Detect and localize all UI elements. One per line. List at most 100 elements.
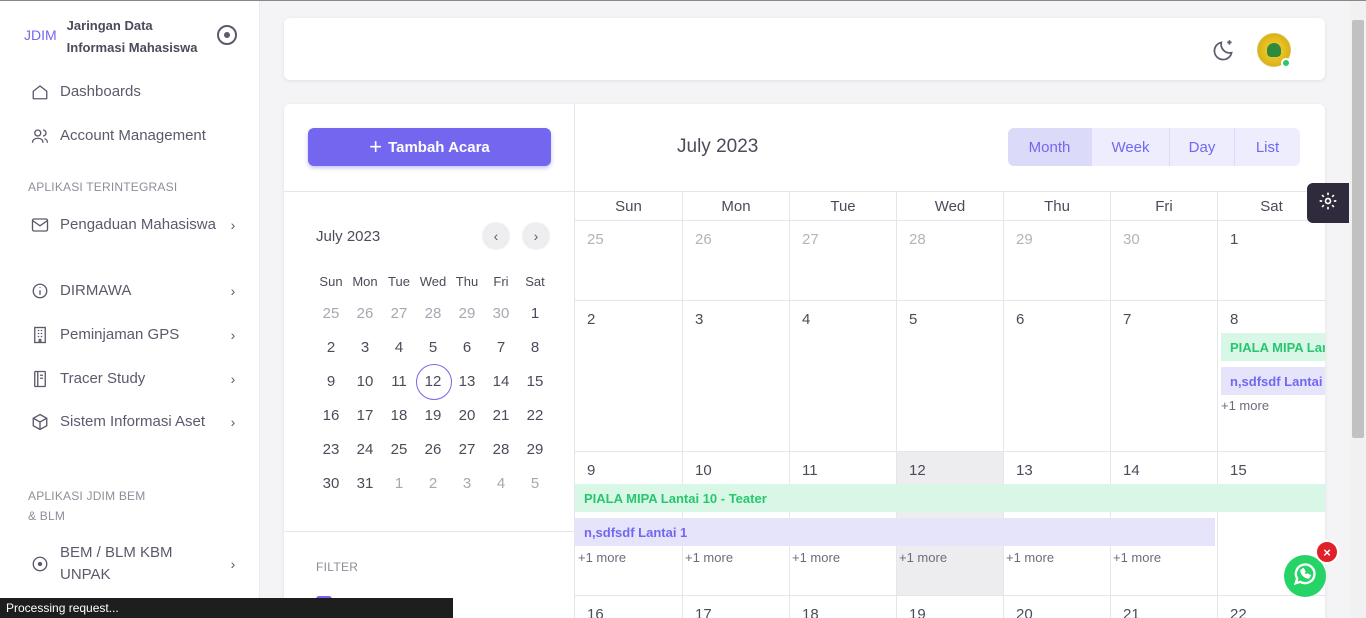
more-events-link[interactable]: +1 more xyxy=(685,550,733,565)
sidebar-item-tracer-study[interactable]: Tracer Study › xyxy=(30,368,240,390)
mini-day[interactable]: 4 xyxy=(382,339,416,356)
sidebar-item-account-management[interactable]: Account Management xyxy=(30,125,240,147)
day-cell[interactable]: 22 xyxy=(1218,596,1325,618)
day-cell[interactable]: 7 xyxy=(1111,301,1218,451)
more-events-link[interactable]: +1 more xyxy=(1006,550,1054,565)
close-icon[interactable]: × xyxy=(1315,540,1339,564)
day-cell[interactable]: 21 xyxy=(1111,596,1218,618)
mini-day[interactable]: 22 xyxy=(518,407,552,424)
mini-day[interactable]: 29 xyxy=(518,441,552,458)
more-events-link[interactable]: +1 more xyxy=(1221,398,1269,413)
moon-star-icon[interactable] xyxy=(1211,37,1237,63)
mini-day[interactable]: 5 xyxy=(416,339,450,356)
day-cell[interactable]: 20 xyxy=(1004,596,1111,618)
mini-day[interactable]: 17 xyxy=(348,407,382,424)
mini-day[interactable]: 29 xyxy=(450,305,484,322)
view-list-button[interactable]: List xyxy=(1235,128,1300,166)
more-events-link[interactable]: +1 more xyxy=(1113,550,1161,565)
sidebar-item-dashboards[interactable]: Dashboards xyxy=(30,81,240,103)
day-number: 14 xyxy=(1123,462,1140,479)
calendar-event[interactable]: PIALA MIPA Lantai 10 - Teater xyxy=(1221,333,1325,361)
mini-day[interactable]: 1 xyxy=(518,305,552,322)
scrollbar-thumb[interactable] xyxy=(1352,20,1364,438)
mini-day[interactable]: 9 xyxy=(314,373,348,390)
top-navbar xyxy=(284,18,1325,80)
mini-day[interactable]: 10 xyxy=(348,373,382,390)
mini-day[interactable]: 2 xyxy=(314,339,348,356)
mini-day[interactable]: 8 xyxy=(518,339,552,356)
day-cell[interactable]: 5 xyxy=(897,301,1004,451)
mini-day[interactable]: 6 xyxy=(450,339,484,356)
mini-day[interactable]: 24 xyxy=(348,441,382,458)
view-day-button[interactable]: Day xyxy=(1170,128,1235,166)
mini-day[interactable]: 28 xyxy=(484,441,518,458)
day-cell[interactable]: 17 xyxy=(683,596,790,618)
day-cell[interactable]: 26 xyxy=(683,221,790,300)
mini-day[interactable]: 13 xyxy=(450,373,484,390)
day-cell[interactable]: 29 xyxy=(1004,221,1111,300)
calendar-event[interactable]: PIALA MIPA Lantai 10 - Teater xyxy=(575,484,1325,512)
mini-day[interactable]: 23 xyxy=(314,441,348,458)
day-cell[interactable]: 27 xyxy=(790,221,897,300)
mini-day[interactable]: 20 xyxy=(450,407,484,424)
add-event-button[interactable]: + Tambah Acara xyxy=(308,128,551,166)
mini-day[interactable]: 28 xyxy=(416,305,450,322)
mini-day[interactable]: 30 xyxy=(484,305,518,322)
mini-day[interactable]: 1 xyxy=(382,475,416,492)
day-cell[interactable]: 18 xyxy=(790,596,897,618)
day-cell[interactable]: 3 xyxy=(683,301,790,451)
sidebar-item-pengaduan-mahasiswa[interactable]: Pengaduan Mahasiswa › xyxy=(30,214,240,236)
chevron-left-icon[interactable]: ‹ xyxy=(482,222,510,250)
day-cell[interactable]: 19 xyxy=(897,596,1004,618)
mini-day[interactable]: 15 xyxy=(518,373,552,390)
mini-day[interactable]: 27 xyxy=(450,441,484,458)
mini-day[interactable]: 7 xyxy=(484,339,518,356)
day-cell[interactable]: 25 xyxy=(575,221,683,300)
mini-day[interactable]: 31 xyxy=(348,475,382,492)
mini-day[interactable]: 3 xyxy=(450,475,484,492)
mini-day-today[interactable]: 12 xyxy=(416,363,452,400)
sidebar-item-bem-blm[interactable]: BEM / BLM KBM UNPAK › xyxy=(30,542,240,586)
mini-day[interactable]: 2 xyxy=(416,475,450,492)
day-cell[interactable]: 30 xyxy=(1111,221,1218,300)
mini-day[interactable]: 18 xyxy=(382,407,416,424)
mini-day[interactable]: 16 xyxy=(314,407,348,424)
sidebar-item-peminjaman-gps[interactable]: Peminjaman GPS › xyxy=(30,324,240,346)
mini-day[interactable]: 21 xyxy=(484,407,518,424)
mini-day[interactable]: 27 xyxy=(382,305,416,322)
calendar-event[interactable]: n,sdfsdf Lantai 1 xyxy=(575,518,1215,546)
day-cell[interactable]: 28 xyxy=(897,221,1004,300)
more-events-link[interactable]: +1 more xyxy=(899,550,947,565)
mini-day[interactable]: 30 xyxy=(314,475,348,492)
calendar-event[interactable]: n,sdfsdf Lantai 1 xyxy=(1221,367,1325,395)
view-month-button[interactable]: Month xyxy=(1008,128,1092,166)
mini-day[interactable]: 25 xyxy=(314,305,348,322)
more-events-link[interactable]: +1 more xyxy=(792,550,840,565)
day-cell[interactable]: 4 xyxy=(790,301,897,451)
page-scrollbar[interactable] xyxy=(1350,2,1366,618)
view-week-button[interactable]: Week xyxy=(1092,128,1170,166)
brand[interactable]: JDIM Jaringan Data Informasi Mahasiswa xyxy=(24,15,207,59)
mini-day[interactable]: 3 xyxy=(348,339,382,356)
day-cell[interactable]: 16 xyxy=(575,596,683,618)
mini-day[interactable]: 11 xyxy=(382,373,416,390)
day-cell[interactable]: 1 xyxy=(1218,221,1325,300)
chevron-right-icon: › xyxy=(230,327,236,343)
day-cell[interactable]: 2 xyxy=(575,301,683,451)
sidebar-item-dirmawa[interactable]: DIRMAWA › xyxy=(30,280,240,302)
theme-customizer-button[interactable] xyxy=(1307,183,1349,223)
mini-day[interactable]: 4 xyxy=(484,475,518,492)
mini-day[interactable]: 5 xyxy=(518,475,552,492)
sidebar-item-sistem-informasi-aset[interactable]: Sistem Informasi Aset › xyxy=(30,411,240,433)
mini-day[interactable]: 26 xyxy=(348,305,382,322)
sidebar-item-label: Account Management xyxy=(60,127,206,144)
day-cell[interactable]: 6 xyxy=(1004,301,1111,451)
mini-day[interactable]: 14 xyxy=(484,373,518,390)
more-events-link[interactable]: +1 more xyxy=(578,550,626,565)
mini-day[interactable]: 19 xyxy=(416,407,450,424)
mini-day[interactable]: 25 xyxy=(382,441,416,458)
day-number: 3 xyxy=(695,311,704,328)
mini-day[interactable]: 26 xyxy=(416,441,450,458)
chevron-right-icon[interactable]: › xyxy=(522,222,550,250)
menu-toggle-icon[interactable] xyxy=(217,25,237,45)
